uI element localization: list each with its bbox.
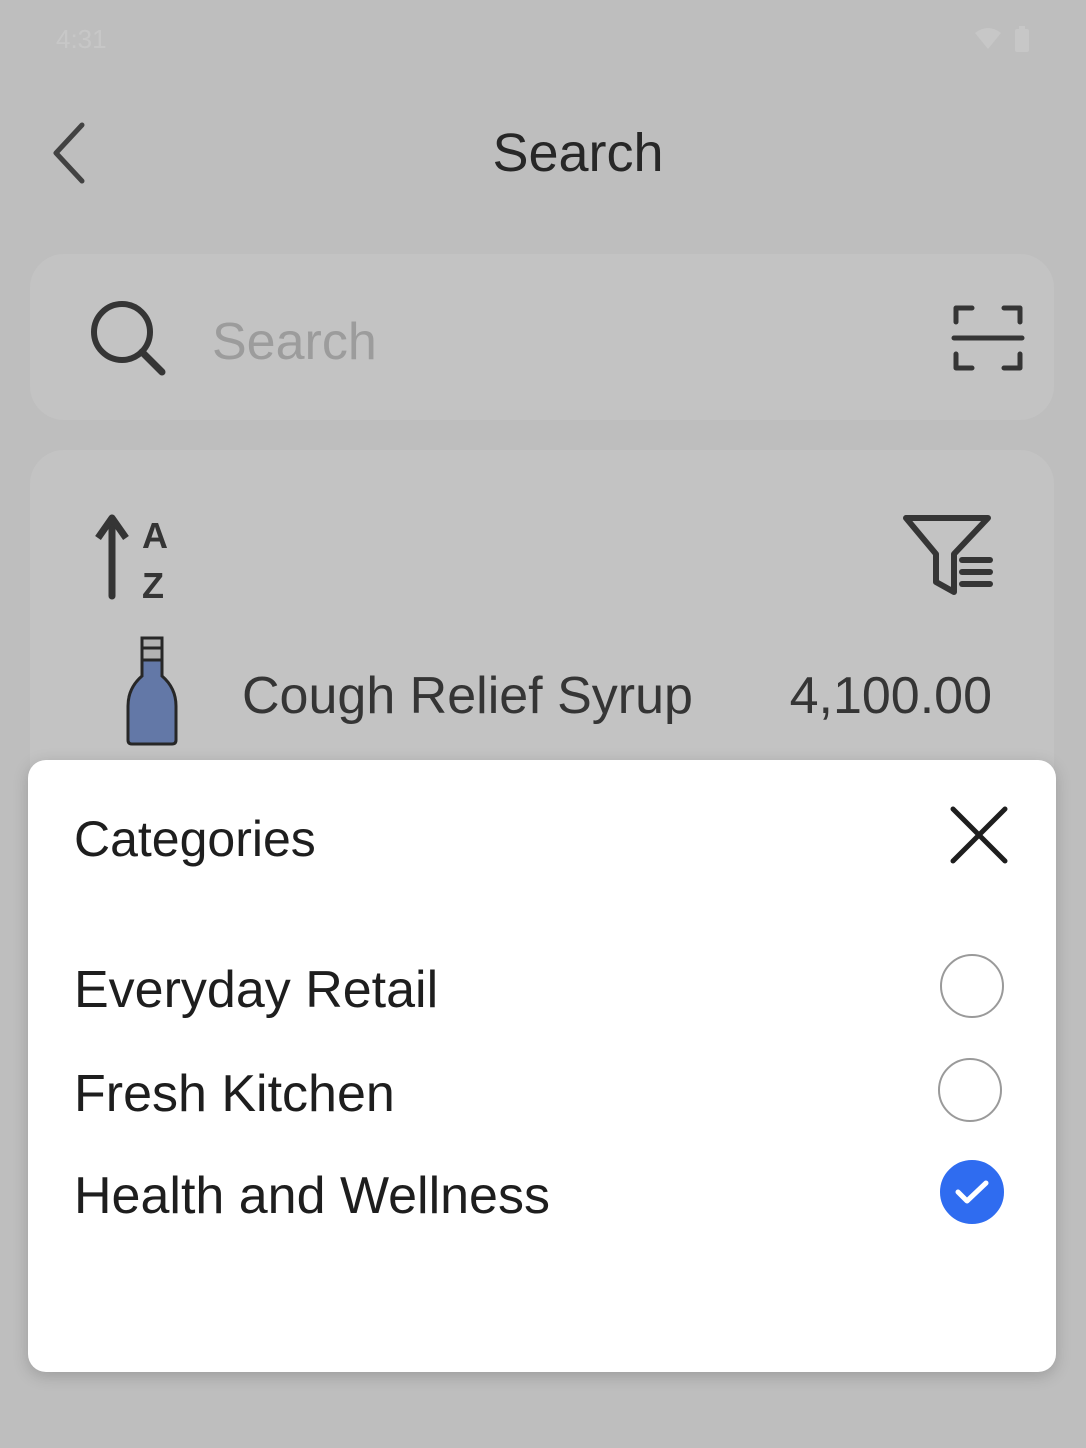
dialog-title: Categories	[74, 811, 316, 867]
option-label: Fresh Kitchen	[74, 1065, 395, 1123]
category-option-health-and-wellness[interactable]: Health and Wellness	[28, 1146, 1056, 1246]
radio-button[interactable]	[940, 954, 1004, 1018]
close-icon	[950, 806, 1008, 864]
close-button[interactable]	[944, 800, 1014, 870]
categories-dialog: Categories Everyday Retail Fresh Kitchen…	[28, 760, 1056, 1372]
category-option-everyday-retail[interactable]: Everyday Retail	[28, 940, 1056, 1040]
radio-button[interactable]	[938, 1058, 1002, 1122]
category-option-fresh-kitchen[interactable]: Fresh Kitchen	[28, 1044, 1056, 1144]
check-icon	[955, 1180, 989, 1204]
option-label: Health and Wellness	[74, 1167, 550, 1225]
option-label: Everyday Retail	[74, 961, 439, 1019]
radio-button-selected[interactable]	[940, 1160, 1004, 1224]
